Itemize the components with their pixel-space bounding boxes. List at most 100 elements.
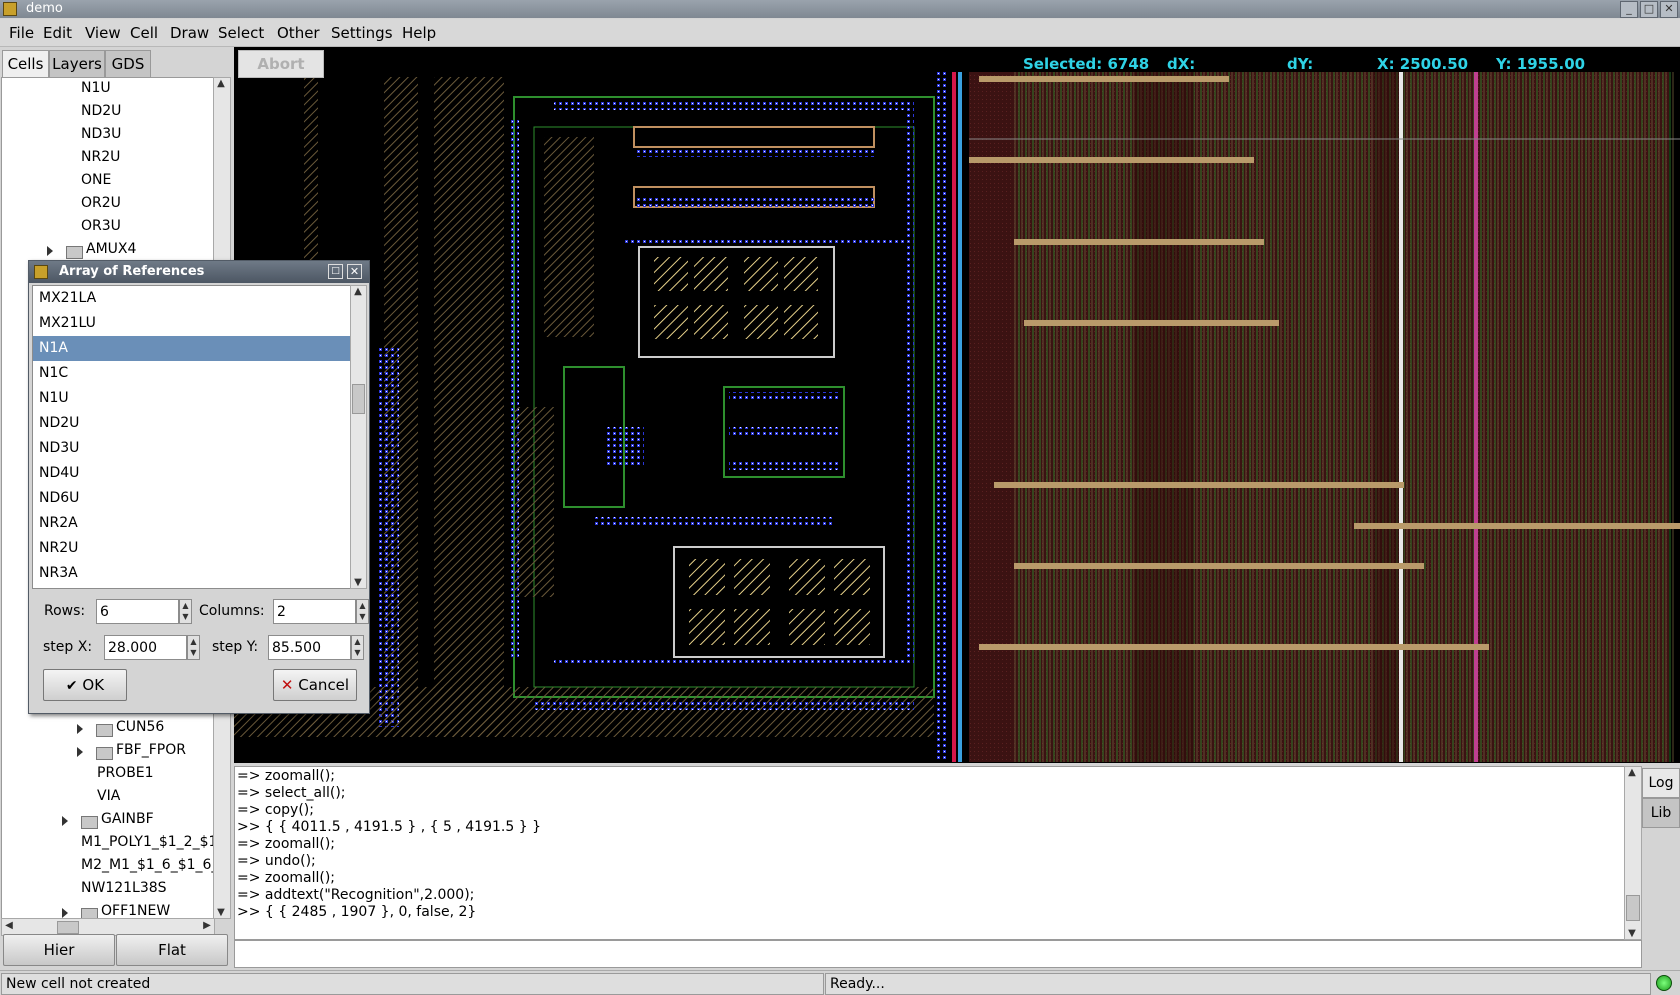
abort-button[interactable]: Abort (238, 50, 324, 78)
tree-item[interactable]: OR2U (81, 195, 121, 211)
ok-button-label: OK (82, 676, 105, 694)
menu-select[interactable]: Select (218, 24, 264, 42)
expand-triangle-icon[interactable] (62, 816, 68, 826)
scroll-down-icon[interactable]: ▼ (351, 577, 365, 588)
dialog-maximize-icon[interactable]: □ (328, 264, 343, 279)
menu-other[interactable]: Other (277, 24, 320, 42)
command-input[interactable] (234, 940, 1642, 968)
tree-item[interactable]: PROBE1 (97, 765, 154, 781)
cancel-button-label: Cancel (298, 676, 350, 694)
log-line: => zoomall(); (237, 836, 336, 852)
stepx-label: step X: (43, 639, 93, 655)
layout-canvas[interactable]: Abort Selected: 6748 dX: dY: X: 2500.50 … (234, 47, 1680, 763)
stepx-spinner[interactable]: ▲ ▼ (187, 635, 200, 660)
tree-item[interactable]: CUN56 (116, 719, 164, 735)
expand-triangle-icon[interactable] (77, 747, 83, 757)
list-item[interactable]: NR2A (33, 511, 351, 536)
stepx-field[interactable]: 28.000 (104, 635, 187, 660)
tab-log[interactable]: Log (1642, 768, 1680, 798)
list-item[interactable]: ND4U (33, 461, 351, 486)
list-item[interactable]: ND6U (33, 486, 351, 511)
cell-list[interactable]: MX21LA MX21LU N1A N1C N1U ND2U ND3U ND4U… (32, 285, 352, 589)
tab-cells[interactable]: Cells (2, 50, 49, 78)
scroll-thumb[interactable] (57, 921, 79, 934)
list-item[interactable]: ND2U (33, 411, 351, 436)
close-window-button[interactable]: ✕ (1660, 1, 1678, 18)
tree-item[interactable]: ONE (81, 172, 111, 188)
scroll-right-icon[interactable]: ▶ (200, 920, 214, 931)
menu-view[interactable]: View (85, 24, 121, 42)
dx-readout: dX: (1167, 55, 1196, 73)
tab-gds[interactable]: GDS (105, 50, 151, 78)
menu-edit[interactable]: Edit (43, 24, 72, 42)
expand-triangle-icon[interactable] (62, 908, 68, 918)
rows-spinner[interactable]: ▲ ▼ (179, 599, 192, 624)
columns-label: Columns: (199, 603, 265, 619)
list-item[interactable]: NR2U (33, 536, 351, 561)
columns-spinner[interactable]: ▲ ▼ (356, 599, 369, 624)
scroll-thumb[interactable] (1626, 895, 1640, 921)
flat-button[interactable]: Flat (116, 934, 228, 966)
cancel-x-icon: ✕ (280, 676, 294, 694)
log-line: >> { { 2485 , 1907 }, 0, false, 2} (237, 904, 477, 920)
expand-triangle-icon[interactable] (47, 246, 53, 256)
list-item-selected[interactable]: N1A (33, 336, 351, 361)
menu-file[interactable]: File (9, 24, 34, 42)
check-icon: ✔ (65, 678, 78, 694)
tree-item[interactable]: N1U (81, 80, 111, 96)
log-scrollbar[interactable]: ▲ ▼ (1624, 766, 1642, 940)
menu-cell[interactable]: Cell (130, 24, 158, 42)
status-message-right: Ready... (825, 973, 1651, 995)
x-readout: X: 2500.50 (1377, 55, 1469, 73)
menu-help[interactable]: Help (402, 24, 436, 42)
maximize-button[interactable]: □ (1640, 1, 1658, 18)
scroll-up-icon[interactable]: ▲ (214, 78, 228, 89)
scroll-up-icon[interactable]: ▲ (351, 286, 365, 297)
tree-item[interactable]: M1_POLY1_$1_2_$1_ (81, 834, 214, 850)
tree-item[interactable]: OR3U (81, 218, 121, 234)
list-item[interactable]: MX21LA (33, 286, 351, 311)
folder-icon (66, 246, 83, 259)
list-item[interactable]: N1U (33, 386, 351, 411)
tree-item[interactable]: M2_M1_$1_6_$1_6_$ (81, 857, 214, 873)
scroll-down-icon[interactable]: ▼ (1625, 928, 1639, 939)
list-item[interactable]: N1C (33, 361, 351, 386)
tree-item[interactable]: AMUX4 (86, 241, 136, 257)
list-item[interactable]: NR3A (33, 561, 351, 586)
tree-item[interactable]: NR2U (81, 149, 120, 165)
tab-layers[interactable]: Layers (49, 50, 105, 78)
dialog-close-icon[interactable]: ✕ (347, 264, 362, 279)
tree-item[interactable]: NW121L38S (81, 880, 167, 896)
scroll-left-icon[interactable]: ◀ (2, 920, 16, 931)
stepy-field[interactable]: 85.500 (268, 635, 351, 660)
rows-field[interactable]: 6 (96, 599, 179, 624)
menu-draw[interactable]: Draw (170, 24, 209, 42)
tab-lib[interactable]: Lib (1642, 798, 1680, 828)
list-item[interactable]: MX21LU (33, 311, 351, 336)
dy-readout: dY: (1287, 55, 1314, 73)
command-log[interactable]: => zoomall(); => select_all(); => copy()… (234, 766, 1626, 940)
stepy-spinner[interactable]: ▲ ▼ (351, 635, 364, 660)
hier-button[interactable]: Hier (3, 934, 115, 966)
log-line: => addtext("Recognition",2.000); (237, 887, 475, 903)
columns-field[interactable]: 2 (273, 599, 356, 624)
tree-item[interactable]: ND2U (81, 103, 121, 119)
tree-item[interactable]: GAINBF (101, 811, 154, 827)
scroll-up-icon[interactable]: ▲ (1625, 767, 1639, 778)
tree-item[interactable]: FBF_FPOR (116, 742, 186, 758)
log-line: => undo(); (237, 853, 316, 869)
ok-button[interactable]: ✔ OK (43, 669, 127, 701)
dialog-titlebar[interactable]: Array of References □ ✕ (29, 261, 369, 283)
tree-item[interactable]: ND3U (81, 126, 121, 142)
list-item[interactable]: ND3U (33, 436, 351, 461)
list-scrollbar[interactable]: ▲ ▼ (350, 285, 367, 589)
scroll-down-icon[interactable]: ▼ (214, 907, 228, 918)
expand-triangle-icon[interactable] (77, 724, 83, 734)
menu-settings[interactable]: Settings (331, 24, 393, 42)
cancel-button[interactable]: ✕ Cancel (273, 669, 357, 701)
tree-item[interactable]: VIA (97, 788, 120, 804)
minimize-button[interactable]: _ (1620, 1, 1638, 18)
tree-item[interactable]: OFF1NEW (101, 903, 170, 918)
scroll-thumb[interactable] (352, 384, 365, 414)
folder-icon (96, 724, 113, 737)
